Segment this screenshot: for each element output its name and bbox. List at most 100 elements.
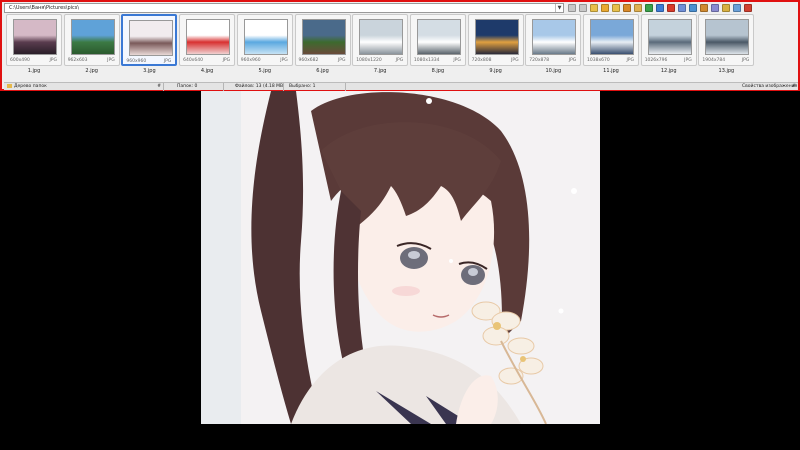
thumbnail-filename: 8.jpg — [431, 68, 445, 74]
chevron-down-icon[interactable]: ▼ — [555, 4, 563, 12]
thumbnail-dimensions: 1038x670 — [587, 58, 610, 63]
thumbnail-item[interactable]: 1080x1334 JPG 8.jpg — [409, 14, 466, 80]
address-bar-path: C:\Users\Ваня\Pictures\pics\ — [9, 5, 80, 11]
options-icon[interactable] — [733, 4, 741, 12]
thumbnail-frame: 960x682 JPG — [294, 14, 351, 66]
thumbnail-item[interactable]: 1026x796 JPG 12.jpg — [640, 14, 697, 80]
status-bar: Дерево папок # Папок: 0 Файлов: 13 (4.18… — [4, 82, 798, 91]
view-icon[interactable] — [711, 4, 719, 12]
folder-tree-toggle[interactable]: Дерево папок # — [4, 83, 164, 91]
thumbnail-frame: 1080x1220 JPG — [352, 14, 409, 66]
thumbnail-format: JPG — [280, 58, 288, 63]
thumbnail-format: JPG — [222, 58, 231, 63]
thumbnail-format: JPG — [395, 58, 404, 63]
thumbnail-format: JPG — [568, 58, 577, 63]
thumbnail-item[interactable]: 600x490 JPG 1.jpg — [6, 14, 62, 80]
thumbnail-format: JPG — [626, 58, 634, 63]
rename-icon[interactable] — [678, 4, 686, 12]
thumbnail-frame: 960x960 JPG — [121, 14, 178, 66]
thumbnail-image — [70, 19, 115, 55]
thumbnail-filename: 10.jpg — [545, 68, 562, 74]
pin-icon[interactable]: # — [792, 83, 796, 91]
thumbnail-image — [301, 19, 346, 55]
globe-icon[interactable] — [656, 4, 664, 12]
pin-icon[interactable]: # — [157, 83, 161, 91]
thumbnail-filename: 4.jpg — [200, 68, 214, 74]
thumbnail-item[interactable]: 1080x1220 JPG 7.jpg — [352, 14, 409, 80]
thumbnail-item[interactable]: 640x640 JPG 4.jpg — [179, 14, 236, 80]
thumbnail-filename: 1.jpg — [27, 68, 41, 74]
thumbnail-image — [13, 19, 57, 55]
thumbnail-filename: 13.jpg — [718, 68, 735, 74]
thumbnail-item[interactable]: 720x878 JPG 10.jpg — [525, 14, 582, 80]
thumbnail-item[interactable]: 960x682 JPG 6.jpg — [294, 14, 351, 80]
thumbnail-dimensions: 1080x1220 — [356, 58, 382, 63]
thumbnail-item[interactable]: 962x603 JPG 2.jpg — [63, 14, 120, 80]
thumbnail-dimensions: 600x490 — [10, 58, 30, 63]
favorites-icon[interactable] — [601, 4, 609, 12]
folder-icon[interactable] — [612, 4, 620, 12]
thumbnail-image — [416, 19, 461, 55]
refresh-icon[interactable] — [645, 4, 653, 12]
anime-girl-image — [201, 91, 600, 424]
thumbnail-dimensions: 1026x796 — [644, 58, 668, 63]
thumbnail-format: JPG — [49, 58, 57, 63]
thumbnail-filename: 9.jpg — [489, 68, 502, 74]
address-bar[interactable]: C:\Users\Ваня\Pictures\pics\ ▼ — [4, 3, 564, 13]
thumbnail-frame: 640x640 JPG — [179, 14, 236, 66]
thumbnail-item[interactable]: 960x960 JPG 3.jpg — [121, 14, 178, 80]
browser-toolbar — [568, 3, 798, 13]
sort-icon[interactable] — [689, 4, 697, 12]
thumbnail-format: JPG — [684, 58, 692, 63]
filter-icon[interactable] — [700, 4, 708, 12]
thumbnail-frame: 1904x784 JPG — [698, 14, 755, 66]
thumbnail-frame: 962x603 JPG — [63, 14, 120, 66]
thumbnail-frame: 720x878 JPG — [525, 14, 582, 66]
thumbnail-strip: 600x490 JPG 1.jpg 962x603 JPG 2.jpg 960x960 JPG… — [6, 14, 798, 80]
delete-icon[interactable] — [667, 4, 675, 12]
thumbnail-frame: 1080x1334 JPG — [409, 14, 466, 66]
thumbnail-format: JPG — [337, 58, 346, 63]
mail-icon[interactable] — [722, 4, 730, 12]
nav-back-icon[interactable] — [568, 4, 576, 12]
thumbnail-dimensions: 720x878 — [529, 58, 550, 63]
thumbnail-dimensions: 960x960 — [240, 58, 261, 63]
thumbnail-dimensions: 962x603 — [67, 58, 88, 63]
image-viewport[interactable] — [201, 91, 600, 424]
thumbnail-item[interactable]: 960x960 JPG 5.jpg — [236, 14, 293, 80]
close-icon[interactable] — [744, 4, 752, 12]
thumbnail-format: JPG — [163, 59, 172, 64]
folder-tree-label: Дерево папок — [14, 84, 47, 89]
thumbnail-filename: 6.jpg — [316, 68, 329, 74]
thumbnail-dimensions: 960x682 — [298, 58, 319, 63]
thumbnail-frame: 600x490 JPG — [6, 14, 62, 66]
thumbnail-format: JPG — [511, 58, 519, 63]
thumbnail-frame: 1038x670 JPG — [583, 14, 639, 66]
thumbnail-image — [590, 19, 634, 55]
thumbnail-filename: 7.jpg — [373, 68, 387, 74]
thumbnail-item[interactable]: 1038x670 JPG 11.jpg — [583, 14, 639, 80]
thumbnail-frame: 720x808 JPG — [467, 14, 524, 66]
thumbnail-image — [359, 19, 404, 55]
thumbnail-format: JPG — [741, 58, 750, 63]
files-count: Файлов: 13 (4.18 MB) — [232, 83, 284, 91]
thumbnail-image — [647, 19, 692, 55]
image-viewer-window: C:\Users\Ваня\Pictures\pics\ ▼ 600x490 JP… — [0, 0, 800, 450]
folders-count: Папок: 0 — [174, 83, 224, 91]
thumbnail-item[interactable]: 720x808 JPG 9.jpg — [467, 14, 524, 80]
copy-icon[interactable] — [634, 4, 642, 12]
thumbnail-frame: 1026x796 JPG — [640, 14, 697, 66]
folder-icon — [7, 83, 12, 88]
folder-up-icon[interactable] — [590, 4, 598, 12]
cut-icon[interactable] — [623, 4, 631, 12]
thumbnail-format: JPG — [453, 58, 461, 63]
nav-forward-icon[interactable] — [579, 4, 587, 12]
thumbnail-image — [705, 19, 750, 55]
file-browser-panel: C:\Users\Ваня\Pictures\pics\ ▼ 600x490 JP… — [0, 0, 800, 91]
thumbnail-item[interactable]: 1904x784 JPG 13.jpg — [698, 14, 755, 80]
image-properties-label: Свойства изображения — [742, 84, 798, 89]
image-properties-toggle[interactable]: Свойства изображения # — [739, 83, 798, 91]
thumbnail-format: JPG — [107, 58, 115, 63]
thumbnail-dimensions: 1904x784 — [702, 58, 726, 63]
thumbnail-dimensions: 640x640 — [183, 58, 203, 63]
